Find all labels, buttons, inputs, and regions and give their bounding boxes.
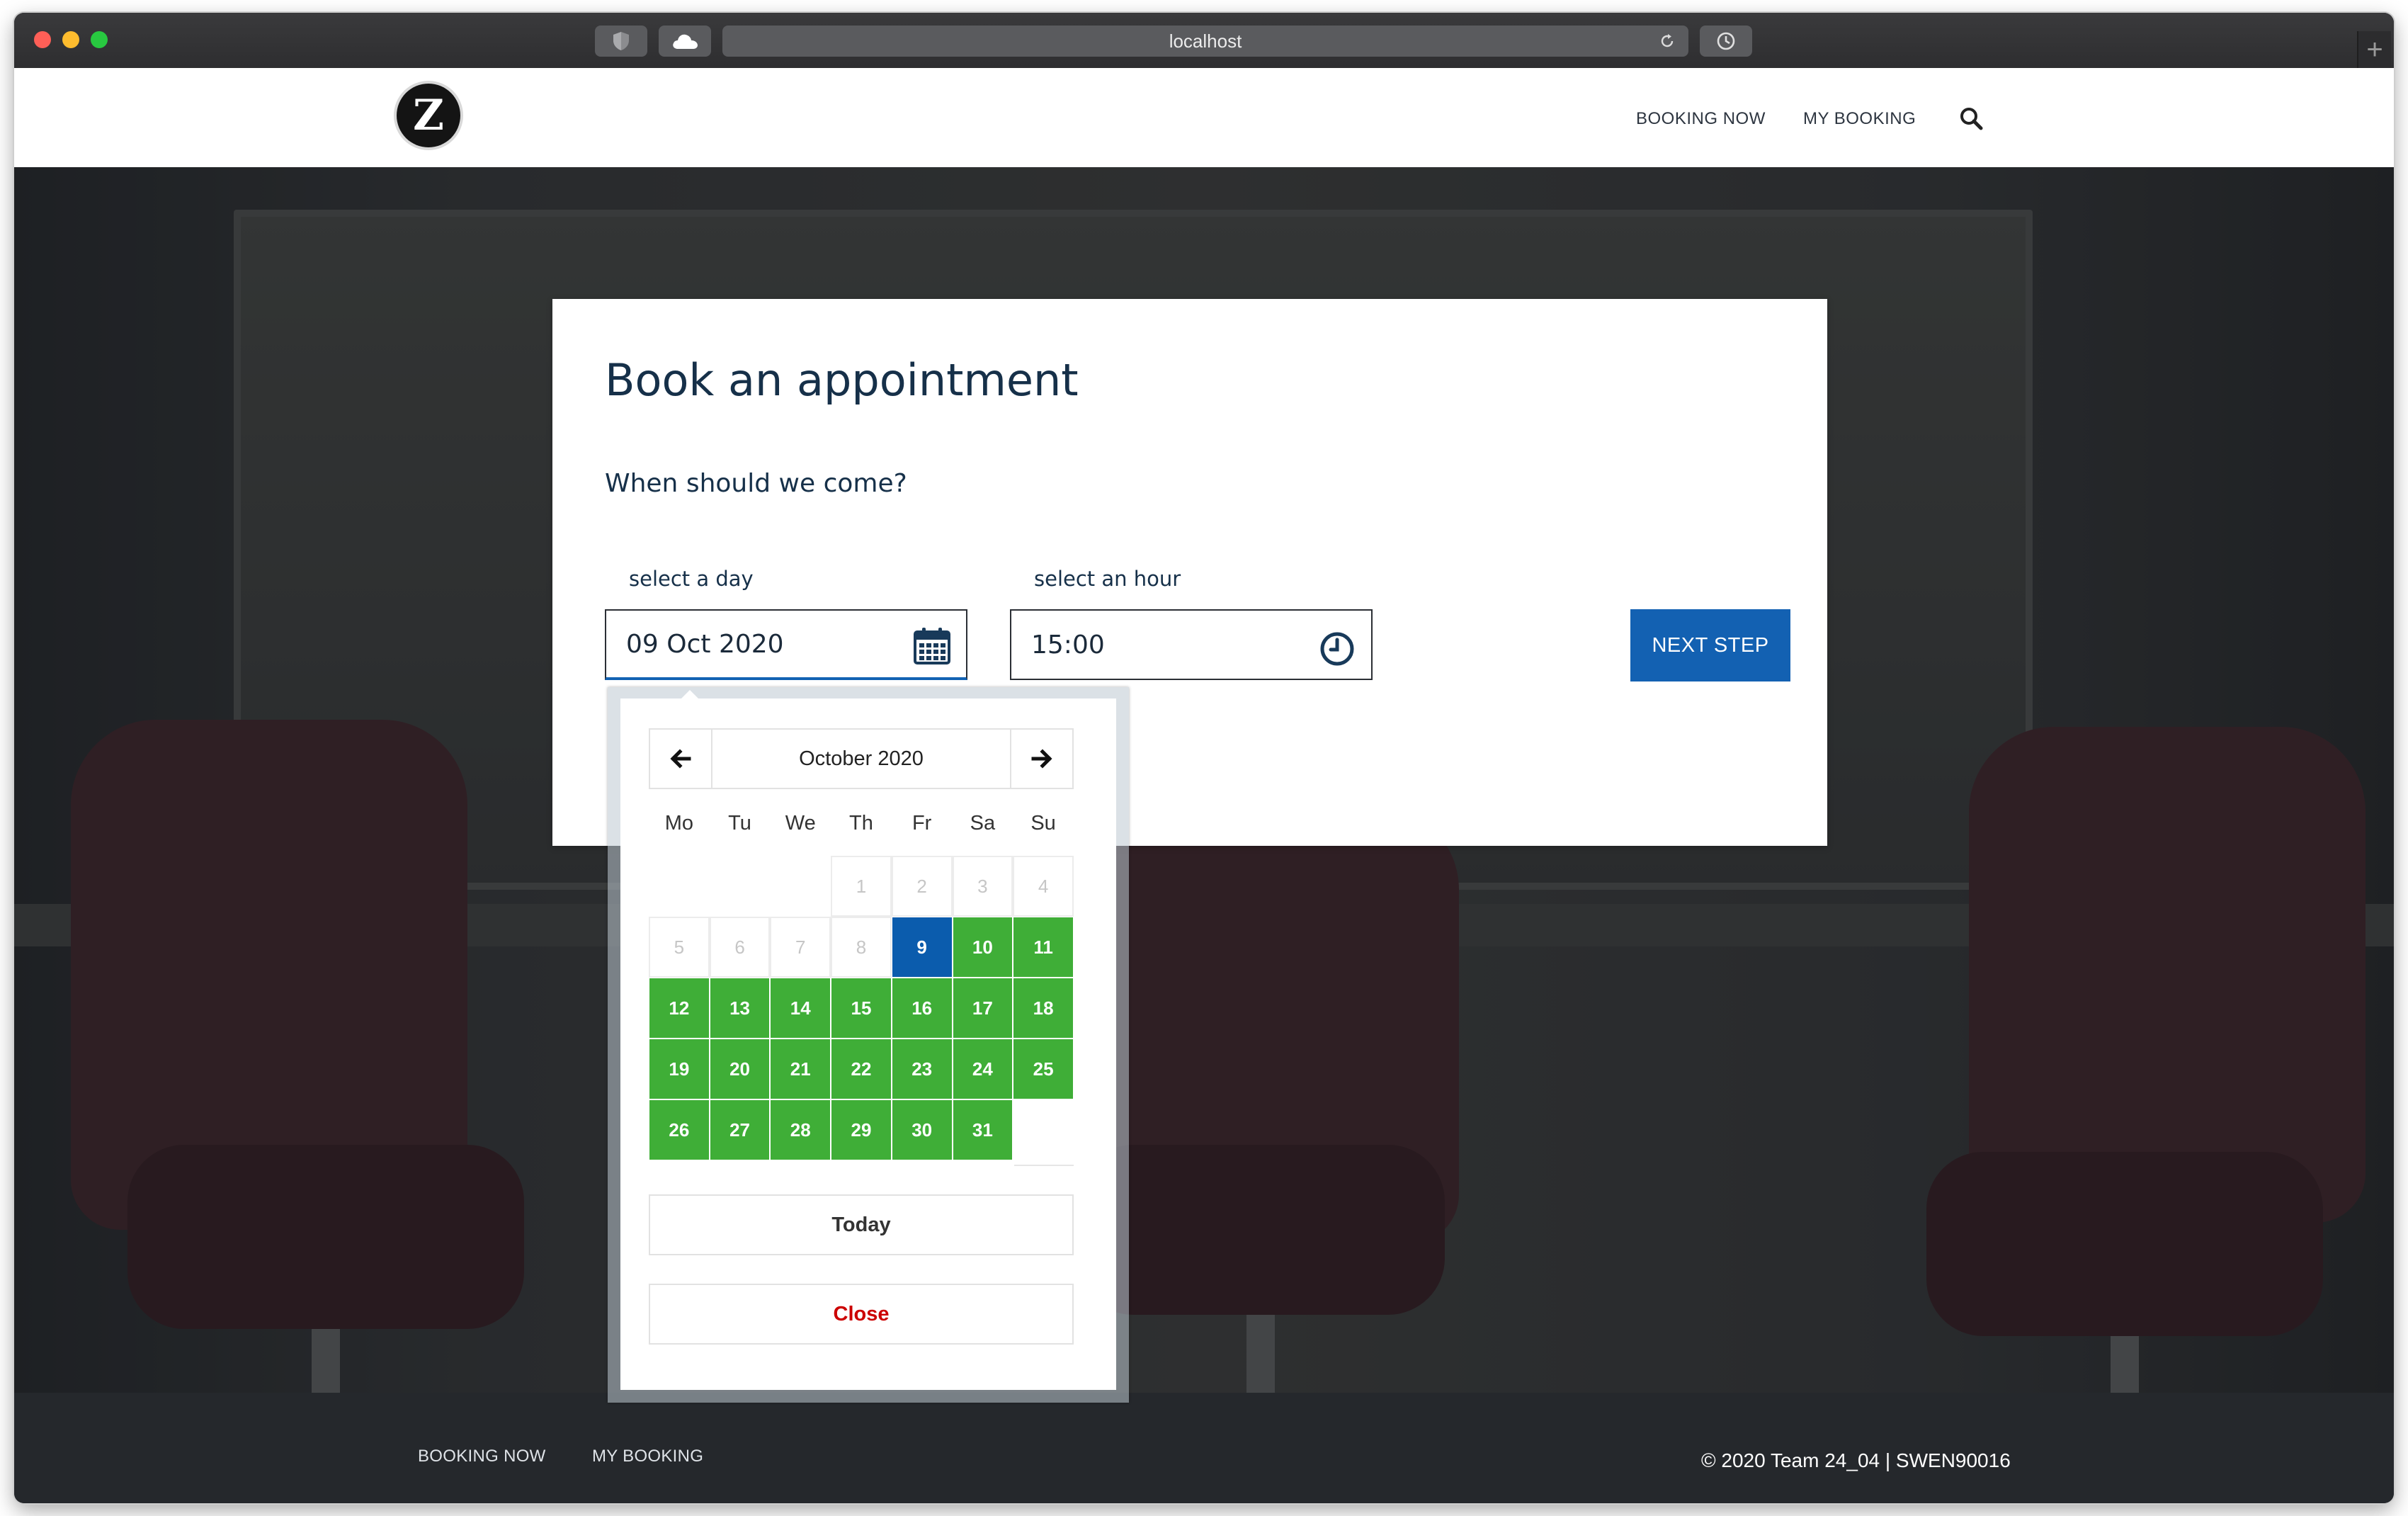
prev-month-button[interactable] [650,730,712,788]
day-cell[interactable]: 28 [770,1099,831,1160]
history-button[interactable] [1700,26,1752,57]
day-cell[interactable]: 17 [952,978,1013,1039]
datepicker-header: October 2020 [649,728,1074,789]
next-month-button[interactable] [1010,730,1072,788]
day-cell-empty [649,856,710,917]
day-cell[interactable]: 26 [649,1099,710,1160]
weekday-label: Mo [664,812,693,835]
day-cell[interactable]: 13 [709,978,771,1039]
weekday-label: Su [1030,812,1056,835]
day-cell-disabled: 1 [831,856,892,917]
month-label: October 2020 [799,747,924,770]
grid-divider [1014,1165,1074,1166]
shield-icon [613,32,629,50]
day-cell[interactable]: 31 [952,1099,1013,1160]
site-header: Z BOOKING NOW MY BOOKING [14,68,2394,167]
day-cell[interactable]: 23 [891,1039,953,1099]
minimize-window-button[interactable] [62,31,79,48]
day-cell-disabled: 3 [952,856,1013,917]
calendar-icon[interactable] [912,626,952,666]
close-window-button[interactable] [34,31,51,48]
footer-my-booking[interactable]: MY BOOKING [592,1447,703,1466]
clock-icon[interactable] [1319,630,1356,667]
weekday-label: We [785,812,816,835]
arrow-left-icon [670,749,691,769]
day-input-value: 09 Oct 2020 [626,629,784,659]
address-bar[interactable]: localhost [722,26,1688,57]
hour-label: select an hour [1034,567,1181,591]
day-cell[interactable]: 21 [770,1039,831,1099]
privacy-button[interactable] [595,26,647,57]
day-cell-empty [770,856,831,917]
search-icon[interactable] [1959,106,1983,130]
month-switch[interactable]: October 2020 [712,730,1010,788]
day-cell-empty [710,856,771,917]
hour-input[interactable]: 15:00 [1010,609,1373,680]
maximize-window-button[interactable] [91,31,108,48]
day-cell-disabled: 7 [770,917,831,978]
day-cell[interactable]: 11 [1013,917,1074,978]
cloud-button[interactable] [659,26,711,57]
next-step-button[interactable]: NEXT STEP [1630,609,1790,681]
today-label: Today [831,1213,891,1236]
day-cell[interactable]: 29 [831,1099,892,1160]
day-cell-disabled: 2 [891,856,953,917]
day-cell[interactable]: 15 [831,978,892,1039]
clock-icon [1717,32,1735,50]
weekday-header: Mo Tu We Th Fr Sa Su [649,812,1074,854]
day-cell[interactable]: 18 [1013,978,1074,1039]
weekday-label: Tu [728,812,751,835]
arrow-right-icon [1031,749,1052,769]
day-cell-disabled: 4 [1013,856,1074,917]
day-cell[interactable]: 22 [831,1039,892,1099]
reload-icon[interactable] [1659,33,1676,50]
close-label: Close [833,1302,890,1325]
hour-input-value: 15:00 [1031,630,1105,660]
day-cell[interactable]: 27 [709,1099,771,1160]
day-cell-disabled: 6 [709,917,771,978]
new-tab-button[interactable]: + [2357,31,2391,68]
day-cell[interactable]: 20 [709,1039,771,1099]
day-cell-disabled: 5 [649,917,710,978]
cloud-icon [673,34,698,49]
copyright-text: © 2020 Team 24_04 | SWEN90016 [1701,1449,2011,1471]
site-logo[interactable]: Z [397,84,460,147]
booking-subtitle: When should we come? [605,469,907,498]
browser-toolbar: localhost + [14,13,2394,69]
day-cell[interactable]: 14 [770,978,831,1039]
day-cell[interactable]: 12 [649,978,710,1039]
day-cell[interactable]: 10 [952,917,1013,978]
weekday-label: Fr [911,812,932,835]
nav-my-booking[interactable]: MY BOOKING [1803,109,1916,129]
logo-letter: Z [413,91,444,140]
next-step-label: NEXT STEP [1652,633,1769,657]
day-cell[interactable]: 24 [952,1039,1013,1099]
footer-booking-now[interactable]: BOOKING NOW [418,1447,546,1466]
day-cell[interactable]: 19 [649,1039,710,1099]
nav-booking-now[interactable]: BOOKING NOW [1636,109,1766,129]
day-label: select a day [629,567,754,591]
day-cell-disabled: 8 [831,917,892,978]
days-grid: 1 2 3 4 5 6 7 8 9 10 11 12 13 14 15 16 17 18 19 20 21 22 23 24 2… [649,856,1074,1160]
page-title: Book an appointment [605,354,1079,406]
site-footer: BOOKING NOW MY BOOKING © 2020 Team 24_04… [14,1393,2394,1503]
day-cell[interactable]: 30 [891,1099,953,1160]
weekday-label: Th [849,812,873,835]
close-button[interactable]: Close [649,1284,1074,1345]
day-input[interactable]: 09 Oct 2020 [605,609,967,680]
day-cell[interactable]: 25 [1013,1039,1074,1099]
day-cell-selected[interactable]: 9 [891,917,953,978]
weekday-label: Sa [970,812,996,835]
url-text: localhost [1169,30,1242,52]
day-cell[interactable]: 16 [891,978,953,1039]
plus-icon: + [2366,33,2383,65]
today-button[interactable]: Today [649,1194,1074,1255]
